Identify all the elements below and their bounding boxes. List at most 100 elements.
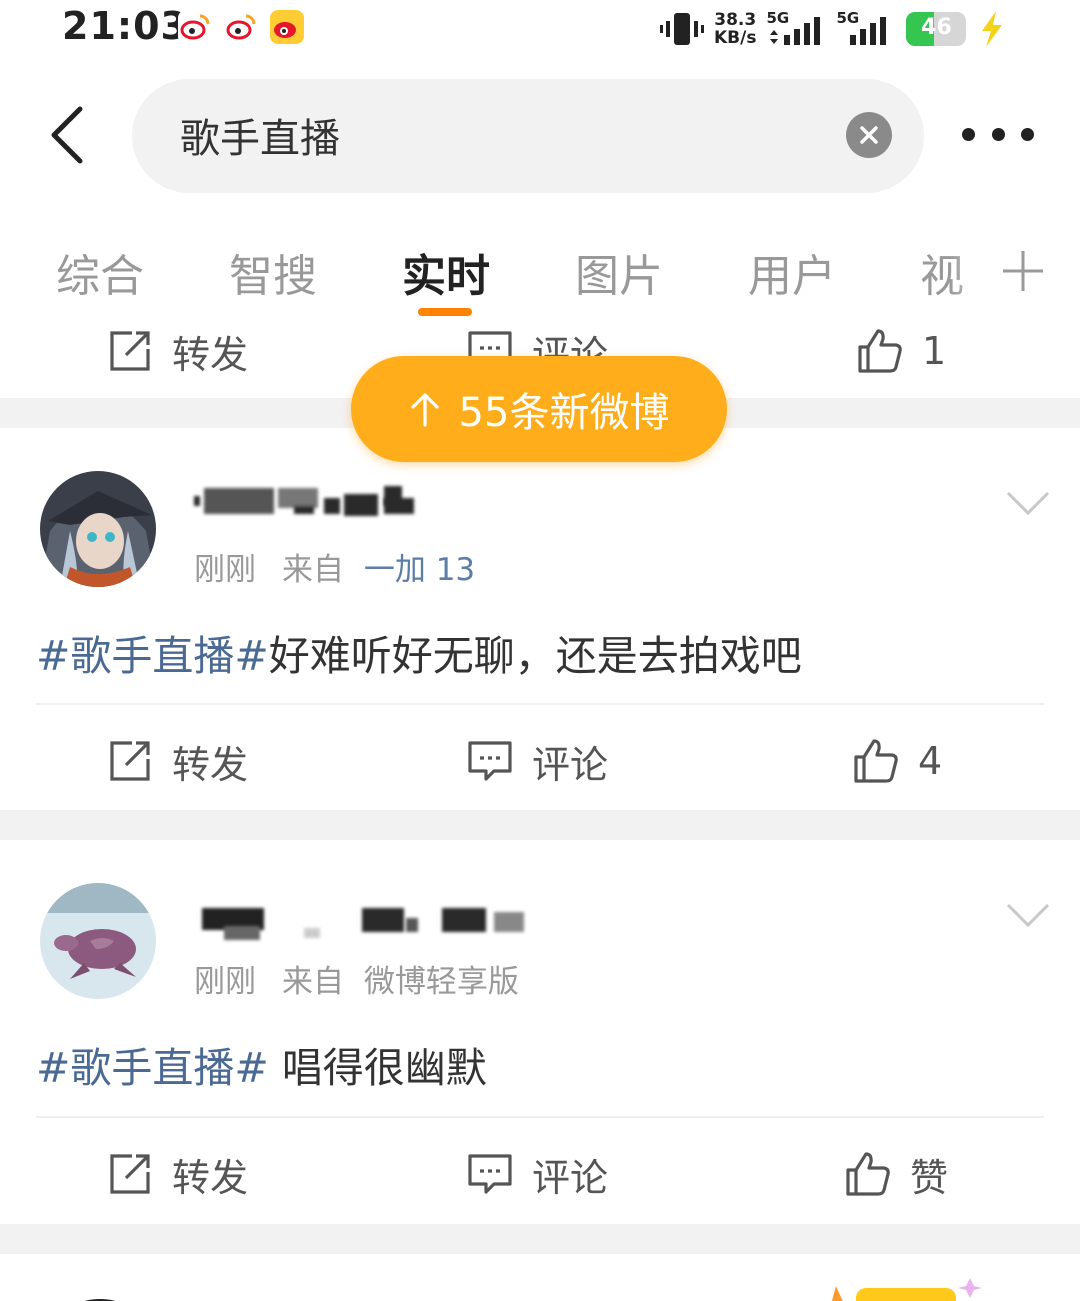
like-button[interactable]: 赞 xyxy=(844,1129,948,1219)
post-meta: 刚刚 来自 一加 13 xyxy=(194,544,475,589)
chevron-down-icon xyxy=(1006,903,1050,928)
more-dots-icon xyxy=(1021,127,1034,141)
post-actions: 转发 评论 赞 xyxy=(0,1129,1080,1219)
battery-level: 46 xyxy=(921,15,952,40)
post-from-label: 来自 xyxy=(282,552,344,588)
post-actions: 转发 评论 4 xyxy=(0,716,1080,806)
post-menu-button[interactable] xyxy=(1006,902,1050,928)
comment-icon xyxy=(468,1154,512,1194)
thumbs-up-icon xyxy=(854,739,898,783)
tab-realtime[interactable]: 实时 xyxy=(402,240,490,304)
post-divider xyxy=(36,703,1044,705)
notification-icons xyxy=(178,10,304,44)
chevron-down-icon xyxy=(1006,491,1050,516)
post-from-label: 来自 xyxy=(282,964,344,1000)
search-bar[interactable] xyxy=(132,79,924,193)
post-text: 好难听好无聊，还是去拍戏吧 xyxy=(268,632,802,680)
new-posts-button[interactable]: 55条新微博 xyxy=(351,356,727,462)
like-button[interactable]: 1 xyxy=(856,328,946,396)
weibo-icon xyxy=(270,10,304,44)
comment-button[interactable]: 评论 xyxy=(466,1129,608,1219)
comment-icon xyxy=(468,741,512,781)
post-meta: 刚刚 来自 微博轻享版 xyxy=(194,956,519,1001)
post-topic[interactable]: #歌手直播# xyxy=(36,1044,269,1092)
post-time: 刚刚 xyxy=(194,964,256,1000)
repost-button[interactable]: 转发 xyxy=(106,716,248,806)
post-menu-button[interactable] xyxy=(1006,490,1050,516)
new-posts-label: 55条新微博 xyxy=(458,390,670,436)
network-speed: 38.3 KB/s xyxy=(714,11,756,47)
thumbs-up-icon xyxy=(846,1152,890,1196)
post-divider xyxy=(36,1116,1044,1118)
repost-icon xyxy=(110,331,150,371)
repost-icon xyxy=(110,741,150,781)
status-time: 21:03 xyxy=(62,4,188,48)
repost-label: 转发 xyxy=(172,742,249,787)
tab-users[interactable]: 用户 xyxy=(748,240,836,304)
more-dots-icon xyxy=(962,127,975,141)
feed-separator xyxy=(0,1224,1080,1254)
like-label: 赞 xyxy=(910,1155,949,1200)
like-count: 1 xyxy=(922,329,947,373)
username-redacted xyxy=(194,908,534,948)
weibo-icon xyxy=(224,10,258,44)
network-speed-unit: KB/s xyxy=(714,28,757,48)
username-redacted xyxy=(194,484,424,524)
clear-search-button[interactable] xyxy=(846,112,892,158)
repost-label: 转发 xyxy=(172,332,249,377)
avatar xyxy=(84,1299,116,1301)
search-input[interactable] xyxy=(180,105,820,165)
network-speed-value: 38.3 xyxy=(714,10,757,30)
post-text: 唱得很幽默 xyxy=(268,1044,487,1092)
badge-decoration xyxy=(831,1278,982,1301)
tab-smart-search[interactable]: 智搜 xyxy=(229,240,317,304)
sim1-network-type: 5G xyxy=(766,9,790,27)
comment-label: 评论 xyxy=(532,1155,609,1200)
signal-sim1: 5G xyxy=(766,9,826,49)
active-tab-indicator xyxy=(418,308,472,316)
post-topic[interactable]: #歌手直播# xyxy=(36,632,269,680)
more-dots-icon xyxy=(991,127,1005,141)
repost-button[interactable]: 转发 xyxy=(106,1129,248,1219)
battery-indicator: 46 xyxy=(906,12,967,46)
post-content[interactable]: #歌手直播#好难听好无聊，还是去拍戏吧 xyxy=(36,622,802,682)
post-source[interactable]: 微博轻享版 xyxy=(364,964,519,1000)
vibrate-icon xyxy=(660,13,704,45)
arrow-up-icon xyxy=(410,393,439,427)
post-card[interactable]: 刚刚 来自 微博轻享版 #歌手直播# 唱得很幽默 转发 评论 赞 xyxy=(0,840,1080,1224)
repost-label: 转发 xyxy=(172,1155,249,1200)
comment-label: 评论 xyxy=(532,742,609,787)
post-time: 刚刚 xyxy=(194,552,256,588)
weibo-icon xyxy=(178,10,212,44)
like-count: 4 xyxy=(918,739,943,783)
clear-icon xyxy=(860,126,878,144)
charging-bolt-icon xyxy=(982,11,1003,47)
comment-button[interactable]: 评论 xyxy=(466,716,608,806)
feed-separator xyxy=(0,810,1080,840)
search-tabs: 综合 智搜 实时 图片 用户 视 xyxy=(0,232,1080,328)
tab-images[interactable]: 图片 xyxy=(575,240,663,304)
post-source[interactable]: 一加 13 xyxy=(364,552,475,588)
avatar-image xyxy=(40,883,156,999)
sim2-network-type: 5G xyxy=(836,9,860,27)
signal-sim2: 5G xyxy=(836,9,896,49)
more-options-button[interactable] xyxy=(962,118,1034,150)
thumbs-up-icon xyxy=(858,329,902,373)
back-button[interactable] xyxy=(44,105,94,165)
system-icons: 38.3 KB/s 5G 5G 46 xyxy=(660,6,1006,52)
tab-comprehensive[interactable]: 综合 xyxy=(56,240,144,304)
feed: 转发 评论 1 刚刚 来自 一加 13 #歌手直播#好难听好无聊，还是去拍戏吧 … xyxy=(0,328,1080,1301)
chevron-left-icon xyxy=(51,106,83,164)
status-bar: 21:03 38.3 KB/s 5G 5G 46 xyxy=(0,0,1080,60)
add-tab-button[interactable] xyxy=(1000,248,1046,294)
avatar[interactable] xyxy=(40,883,156,999)
repost-icon xyxy=(110,1154,150,1194)
post-card[interactable] xyxy=(0,1254,1080,1301)
plus-icon xyxy=(1003,251,1043,291)
avatar[interactable] xyxy=(40,471,156,587)
avatar-image xyxy=(40,471,156,587)
post-card[interactable]: 刚刚 来自 一加 13 #歌手直播#好难听好无聊，还是去拍戏吧 转发 评论 4 xyxy=(0,428,1080,810)
repost-button[interactable]: 转发 xyxy=(106,328,248,396)
like-button[interactable]: 4 xyxy=(852,716,942,806)
post-content[interactable]: #歌手直播# 唱得很幽默 xyxy=(36,1034,487,1094)
